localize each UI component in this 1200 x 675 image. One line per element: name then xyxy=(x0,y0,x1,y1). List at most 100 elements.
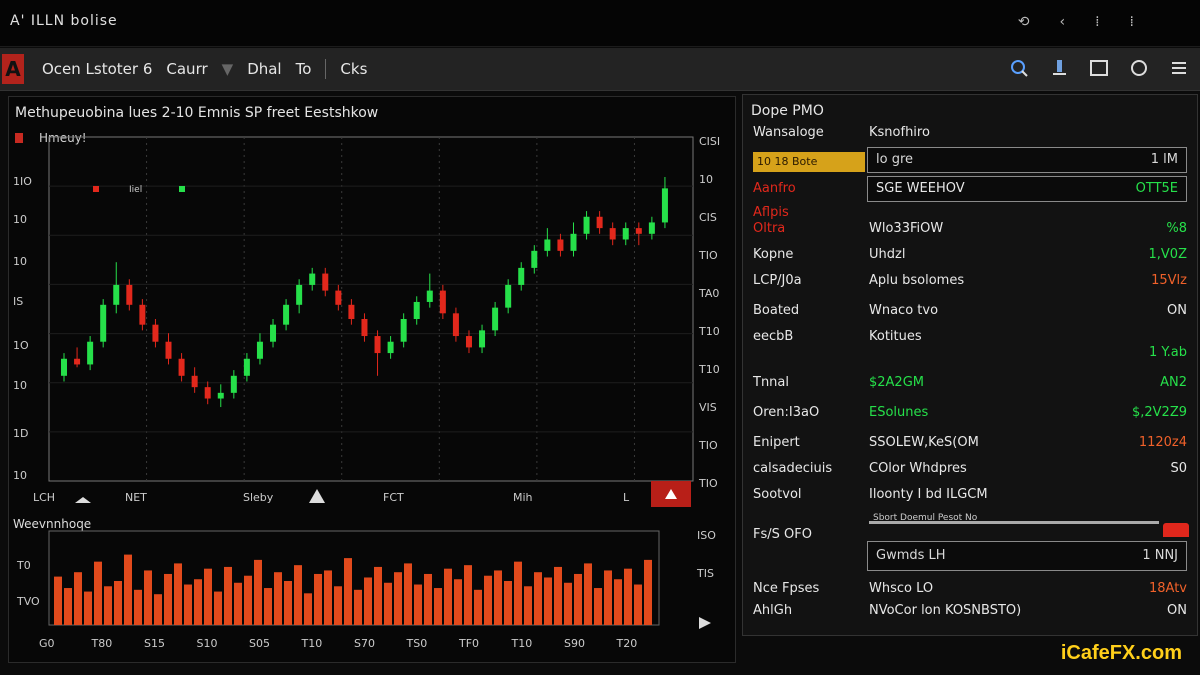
side-row-label: Fs/S OFO xyxy=(753,527,812,542)
side-row-label: Oltra xyxy=(753,221,786,236)
side-row-value: Uhdzl xyxy=(869,247,906,262)
menu-open-lstoter[interactable]: Ocen Lstoter 6 xyxy=(42,60,152,78)
volume-x-label: S70 xyxy=(354,637,375,650)
menu-cks[interactable]: Cks xyxy=(340,60,367,78)
right-axis-label: T10 xyxy=(698,363,720,376)
x-axis-label: FCT xyxy=(383,491,404,504)
right-axis-label: T10 xyxy=(698,325,720,338)
candle-body xyxy=(296,284,303,305)
title-bar: A' ILLN bolise ⟲ ‹ ⁞ ⁞ xyxy=(0,0,1200,47)
volume-bar xyxy=(64,588,72,625)
x-axis-label: L xyxy=(623,491,630,504)
volume-bar xyxy=(274,572,282,625)
volume-bar xyxy=(584,563,592,625)
side-row-16: Fs/S OFO xyxy=(743,527,1197,549)
side-row-value: NVoCor lon KOSNBSTO) xyxy=(869,603,1022,618)
right-axis-label: TIO xyxy=(698,439,718,452)
volume-x-label: S05 xyxy=(249,637,270,650)
volume-bar xyxy=(634,584,642,625)
side-row-label: Nce Fpses xyxy=(753,581,820,596)
candle-body xyxy=(113,284,120,305)
more-icon[interactable]: ⁞ xyxy=(1095,14,1099,30)
candle-body xyxy=(518,267,525,285)
watermark: iCafeFX.com xyxy=(1060,642,1182,664)
volume-bar xyxy=(344,558,352,625)
volume-bar xyxy=(214,591,222,625)
volume-bar xyxy=(424,573,432,625)
side-row-amount: S0 xyxy=(1170,461,1187,476)
candle-body xyxy=(661,188,668,223)
shield-icon[interactable]: ▼ xyxy=(222,60,234,78)
side-row-amount: 18Atv xyxy=(1149,581,1187,596)
volume-bar xyxy=(464,565,472,625)
legend-tag: Iiel xyxy=(129,185,142,195)
volume-bar xyxy=(604,570,612,625)
side-row-19: AhlGh NVoCor lon KOSNBSTO) ON xyxy=(743,603,1197,625)
side-row-value: Aplu bsolomes xyxy=(869,273,965,288)
side-row-label: Oren:I3aO xyxy=(753,405,820,420)
search-icon[interactable] xyxy=(1008,57,1030,79)
y-axis-label: 10 xyxy=(13,213,27,226)
toolbar-icons xyxy=(1008,57,1190,79)
candle-body xyxy=(100,304,107,342)
side-row-amount: AN2 xyxy=(1160,375,1187,390)
volume-bar xyxy=(254,559,262,625)
menu-icon[interactable] xyxy=(1168,57,1190,79)
volume-bar xyxy=(304,593,312,625)
volume-bar xyxy=(104,586,112,625)
side-row-label: Sootvol xyxy=(753,487,802,502)
price-chart[interactable]: Iiel 1IO 10 10 IS 1O 10 1D 10 CISI 10 CIS TIO TA0 T10 T… xyxy=(9,97,735,662)
volume-bar xyxy=(374,566,382,625)
y-axis-label: 10 xyxy=(13,379,27,392)
side-row-label: Aanfro xyxy=(753,181,796,196)
volume-x-label: T10 xyxy=(301,637,323,650)
side-row-value: Ksnofhiro xyxy=(869,125,930,140)
right-axis-label: TIO xyxy=(698,249,718,262)
refresh-icon[interactable]: ⟲ xyxy=(1018,14,1030,30)
window-icon[interactable] xyxy=(1088,57,1110,79)
side-row-amount: 15Vlz xyxy=(1151,273,1187,288)
volume-bar xyxy=(524,586,532,625)
volume-bar xyxy=(644,559,652,625)
side-row-4: Oltra Wlo33FiOW %8 xyxy=(743,221,1197,243)
candle-body xyxy=(178,358,185,376)
menu-caurr[interactable]: Caurr xyxy=(166,60,207,78)
candle-body xyxy=(204,387,211,399)
volume-x-label: T20 xyxy=(616,637,638,650)
menu-to[interactable]: To xyxy=(296,60,312,78)
volume-bar xyxy=(354,589,362,625)
volume-bar xyxy=(414,584,422,625)
side-row-10: Tnnal $2A2GM AN2 xyxy=(743,375,1197,397)
circle-icon[interactable] xyxy=(1128,57,1150,79)
main-menu: Ocen Lstoter 6 Caurr ▼ Dhal To Cks xyxy=(42,59,367,79)
window-title: A' ILLN bolise xyxy=(10,13,118,29)
candle-body xyxy=(465,336,472,348)
candle-body xyxy=(87,341,94,365)
candle-body xyxy=(230,375,237,393)
volume-x-label: G0 xyxy=(39,637,55,650)
candle-body xyxy=(348,304,355,319)
volume-x-label: T10 xyxy=(511,637,533,650)
side-row-label: Tnnal xyxy=(753,375,789,390)
candle-body xyxy=(270,324,277,342)
candle-body xyxy=(492,307,499,331)
volume-bar xyxy=(564,582,572,625)
y-axis-label: 10 xyxy=(13,469,27,482)
candle-body xyxy=(243,358,250,376)
side-row-amount: 1120z4 xyxy=(1138,435,1187,450)
candle-body xyxy=(387,341,394,354)
side-row-label: AhlGh xyxy=(753,603,793,618)
side-row-0: Wansaloge Ksnofhiro xyxy=(743,125,1197,147)
back-icon[interactable]: ‹ xyxy=(1059,14,1065,30)
side-row-label: calsadeciuis xyxy=(753,461,833,476)
volume-x-label: T80 xyxy=(91,637,113,650)
side-row-14: Sootvol Iloonty I bd ILGCM xyxy=(743,487,1197,509)
candle-body xyxy=(648,222,655,234)
candle-body xyxy=(479,330,486,348)
more-icon-2[interactable]: ⁞ xyxy=(1130,14,1134,30)
candle-body xyxy=(374,336,381,354)
right-axis-label: VIS xyxy=(699,401,717,414)
menu-dhal[interactable]: Dhal xyxy=(247,60,281,78)
pin-icon[interactable] xyxy=(1048,57,1070,79)
scroll-arrow-right-icon xyxy=(699,617,711,629)
